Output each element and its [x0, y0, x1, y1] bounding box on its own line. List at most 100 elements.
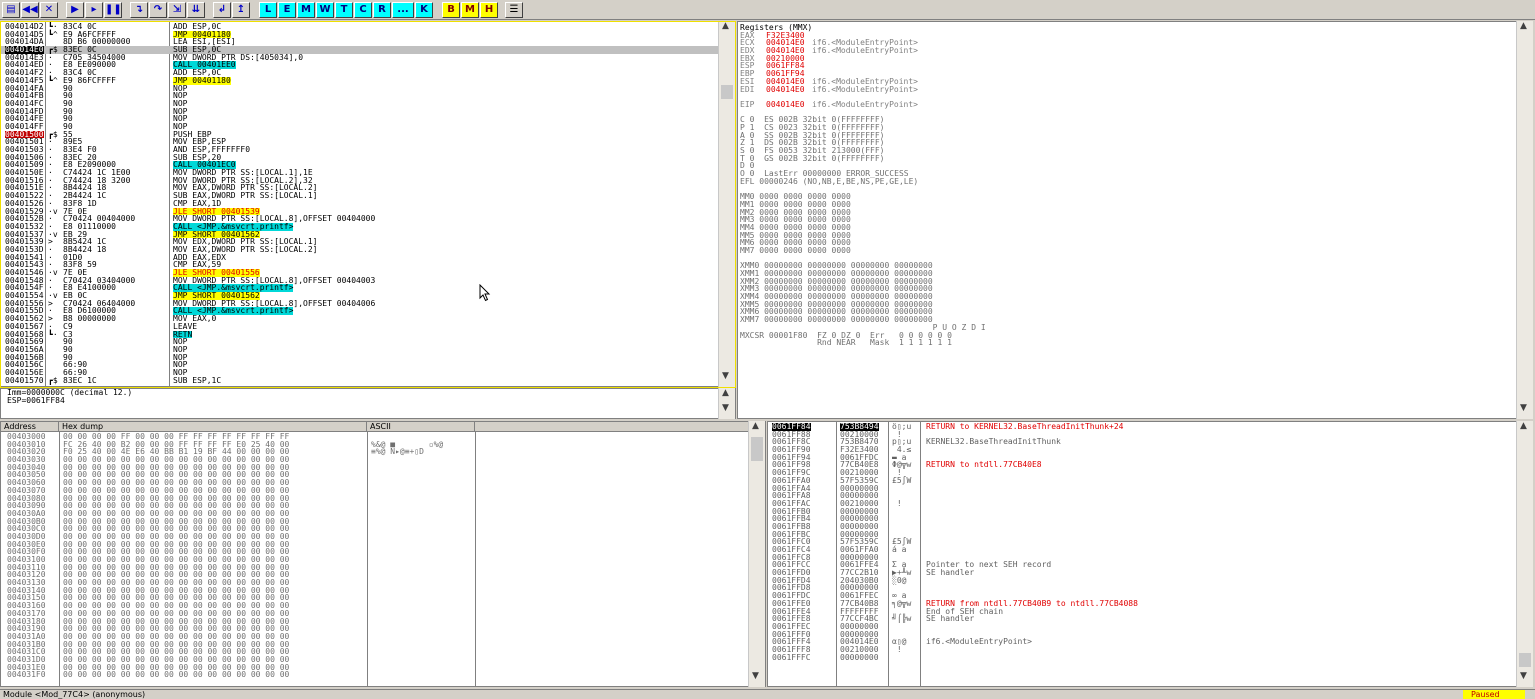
register-row[interactable]: EIP 004014E0 if6.<ModuleEntryPoint>: [740, 101, 986, 109]
stack-comment: KERNEL32.BaseThreadInitThunk: [926, 437, 1061, 447]
stack-row[interactable]: 0061FFC0 57F5359C £5∫W: [768, 538, 1516, 546]
trace-into-icon[interactable]: ⇲: [168, 2, 186, 18]
close-icon[interactable]: ✕: [40, 2, 58, 18]
stack-row[interactable]: 0061FFE0 77CB40B8 ╕@╦w RETURN from ntdll.77…: [768, 598, 1516, 608]
stack-row[interactable]: 0061FFD0 77CC2B10 ▶+╨w SE handler: [768, 568, 1516, 578]
stack-ascii: !: [892, 644, 902, 654]
stack-row[interactable]: 0061FFA4 00000000: [768, 484, 1516, 493]
toolbar-window-3-button[interactable]: M: [297, 2, 315, 18]
stack-row[interactable]: 0061FFF8 00210000 !: [768, 644, 1516, 654]
stack-row[interactable]: 0061FFA0 57F5359C £5∫W: [768, 475, 1516, 485]
flag-row: T 0 GS 002B 32bit 0(FFFFFFFF): [740, 153, 885, 163]
scroll-up-icon[interactable]: ▲: [1520, 22, 1527, 31]
stack-row[interactable]: 0061FFBC 00000000: [768, 530, 1516, 539]
stack-row[interactable]: 0061FF90 F32E3400 4.≤: [768, 446, 1516, 454]
stack-row[interactable]: 0061FFAC 00210000 !: [768, 500, 1516, 508]
stack-ascii: á a: [892, 545, 907, 554]
dump-header-hex[interactable]: Hex dump: [59, 422, 367, 432]
scroll-down-icon[interactable]: ▼: [1520, 404, 1527, 413]
stack-row[interactable]: 0061FFB0 00000000: [768, 507, 1516, 516]
step-into-icon[interactable]: ↴: [130, 2, 148, 18]
go-to-icon[interactable]: ↥: [232, 2, 250, 18]
stack-row[interactable]: 0061FFFC 00000000: [768, 652, 1516, 662]
stack-comment: SE handler: [926, 568, 975, 578]
stack-row[interactable]: 0061FFE8 77CCF4BC ╝⌠╠w SE handler: [768, 614, 1516, 624]
toolbar-window-1-button[interactable]: L: [259, 2, 277, 18]
toolbar-plugin-1-button[interactable]: B: [442, 2, 460, 18]
dump-row[interactable]: 004031F0 00 00 00 00 00 00 00 00 00 00 00…: [1, 671, 751, 679]
toolbar-window-4-button[interactable]: W: [316, 2, 334, 18]
stack-ascii: ╕@╦w: [892, 598, 912, 608]
trace-over-icon[interactable]: ⇊: [187, 2, 205, 18]
stack-comment: RETURN to KERNEL32.BaseThreadInitThunk+2…: [926, 422, 1124, 431]
menu-icon[interactable]: ☰: [505, 2, 523, 18]
run-icon[interactable]: ▶: [66, 2, 84, 18]
dump-scrollbar[interactable]: ▲ ▼: [748, 421, 765, 687]
mm-register-row: MM7 0000 0000 0000 0000: [740, 245, 851, 255]
toolbar-window-2-button[interactable]: E: [278, 2, 296, 18]
stack-row[interactable]: 0061FFCC 0061FFE4 Σ a Pointer to next SEH r…: [768, 561, 1516, 569]
scroll-up-icon[interactable]: ▲: [1520, 422, 1527, 431]
scroll-up-icon[interactable]: ▲: [752, 422, 759, 431]
stack-row[interactable]: 0061FFF4 004014E0 α▯@ if6.<ModuleEntryPoint…: [768, 638, 1516, 646]
dump-ascii: ≡%@ N▸@≡+▯D: [371, 447, 424, 457]
cpu-yellow-frame: [0, 21, 736, 388]
pause-icon[interactable]: ❚❚: [104, 2, 122, 18]
open-icon[interactable]: ▤: [2, 2, 20, 18]
stack-row[interactable]: 0061FF88 00210000 !: [768, 430, 1516, 439]
stack-row[interactable]: 0061FFB4 00000000: [768, 515, 1516, 523]
scroll-thumb[interactable]: [751, 437, 763, 461]
scroll-thumb[interactable]: [1519, 653, 1531, 667]
dump-address: 004031F0: [7, 670, 46, 680]
step-over-icon[interactable]: ↷: [149, 2, 167, 18]
scroll-down-icon[interactable]: ▼: [1520, 672, 1527, 681]
stack-scrollbar[interactable]: ▲ ▼: [1516, 421, 1533, 687]
stack-row[interactable]: 0061FFA8 00000000: [768, 492, 1516, 500]
stack-row[interactable]: 0061FFC4 0061FFA0 á a: [768, 545, 1516, 554]
registers-pane[interactable]: Registers (MMX) EAX F32E3400 ECX 004014E0 if6…: [737, 21, 1517, 419]
hex-dump-pane[interactable]: Address Hex dump ASCII 00403000 00 00 00 …: [0, 421, 766, 687]
toolbar-window-5-button[interactable]: T: [335, 2, 353, 18]
info-line-2: ESP=0061FF84: [7, 395, 65, 405]
stack-value: 00000000: [840, 652, 879, 662]
stack-ascii: ╝⌠╠w: [892, 614, 912, 624]
toolbar-window-8-button[interactable]: ...: [392, 2, 414, 18]
stack-row[interactable]: 0061FF84 753B8494 ö▯;u RETURN to KERNEL32.B…: [768, 422, 1516, 431]
stack-row[interactable]: 0061FFF0 00000000: [768, 630, 1516, 639]
info-scrollbar[interactable]: ▲ ▼: [718, 388, 735, 419]
toolbar-window-6-button[interactable]: C: [354, 2, 372, 18]
dump-header-ascii[interactable]: ASCII: [367, 422, 475, 432]
stack-ascii: ░0@: [892, 575, 907, 585]
toolbar-plugin-3-button[interactable]: H: [480, 2, 498, 18]
register-value[interactable]: 004014E0: [766, 101, 805, 109]
register-row[interactable]: EDI 004014E0 if6.<ModuleEntryPoint>: [740, 85, 986, 94]
execute-till-return-icon[interactable]: ↲: [213, 2, 231, 18]
stack-row[interactable]: 0061FFB8 00000000: [768, 523, 1516, 531]
info-pane: Imm=0000000C (decimal 12.) ESP=0061FF84: [0, 388, 736, 419]
stack-ascii: £5∫W: [892, 475, 912, 485]
stack-row[interactable]: 0061FFEC 00000000: [768, 623, 1516, 631]
stack-comment: RETURN to ntdll.77CB40E8: [926, 460, 1042, 470]
stack-row[interactable]: 0061FFC8 00000000: [768, 553, 1516, 562]
scroll-up-icon[interactable]: ▲: [722, 389, 729, 398]
stack-row[interactable]: 0061FF98 77CB40E8 Φ@╦w RETURN to ntdll.77CB…: [768, 460, 1516, 470]
step-icon[interactable]: ▸: [85, 2, 103, 18]
restart-icon[interactable]: ◀◀: [21, 2, 39, 18]
toolbar-window-9-button[interactable]: K: [415, 2, 433, 18]
stack-row[interactable]: 0061FF94 0061FFDC ▬ a: [768, 453, 1516, 462]
stack-row[interactable]: 0061FFD4 204030B0 ░0@: [768, 575, 1516, 585]
stack-row[interactable]: 0061FF8C 753B8470 p▯;u KERNEL32.BaseThreadI…: [768, 437, 1516, 447]
mxcsr-row: Rnd NEAR Mask 1 1 1 1 1 1: [740, 338, 952, 348]
dump-header-address[interactable]: Address: [1, 422, 59, 432]
stack-row[interactable]: 0061FFE4 FFFFFFFF End of SEH chain: [768, 607, 1516, 616]
toolbar-plugin-2-button[interactable]: M: [461, 2, 479, 18]
registers-scrollbar[interactable]: ▲ ▼: [1516, 21, 1533, 419]
stack-pane[interactable]: 0061FF84 753B8494 ö▯;u RETURN to KERNEL32.B…: [767, 421, 1517, 687]
toolbar-window-7-button[interactable]: R: [373, 2, 391, 18]
scroll-down-icon[interactable]: ▼: [722, 404, 729, 413]
stack-row[interactable]: 0061FFDC 0061FFEC ∞ a: [768, 592, 1516, 600]
scroll-down-icon[interactable]: ▼: [752, 672, 759, 681]
stack-row[interactable]: 0061FFD8 00000000: [768, 584, 1516, 592]
register-value[interactable]: 004014E0: [766, 85, 805, 94]
stack-row[interactable]: 0061FF9C 00210000 !: [768, 469, 1516, 477]
